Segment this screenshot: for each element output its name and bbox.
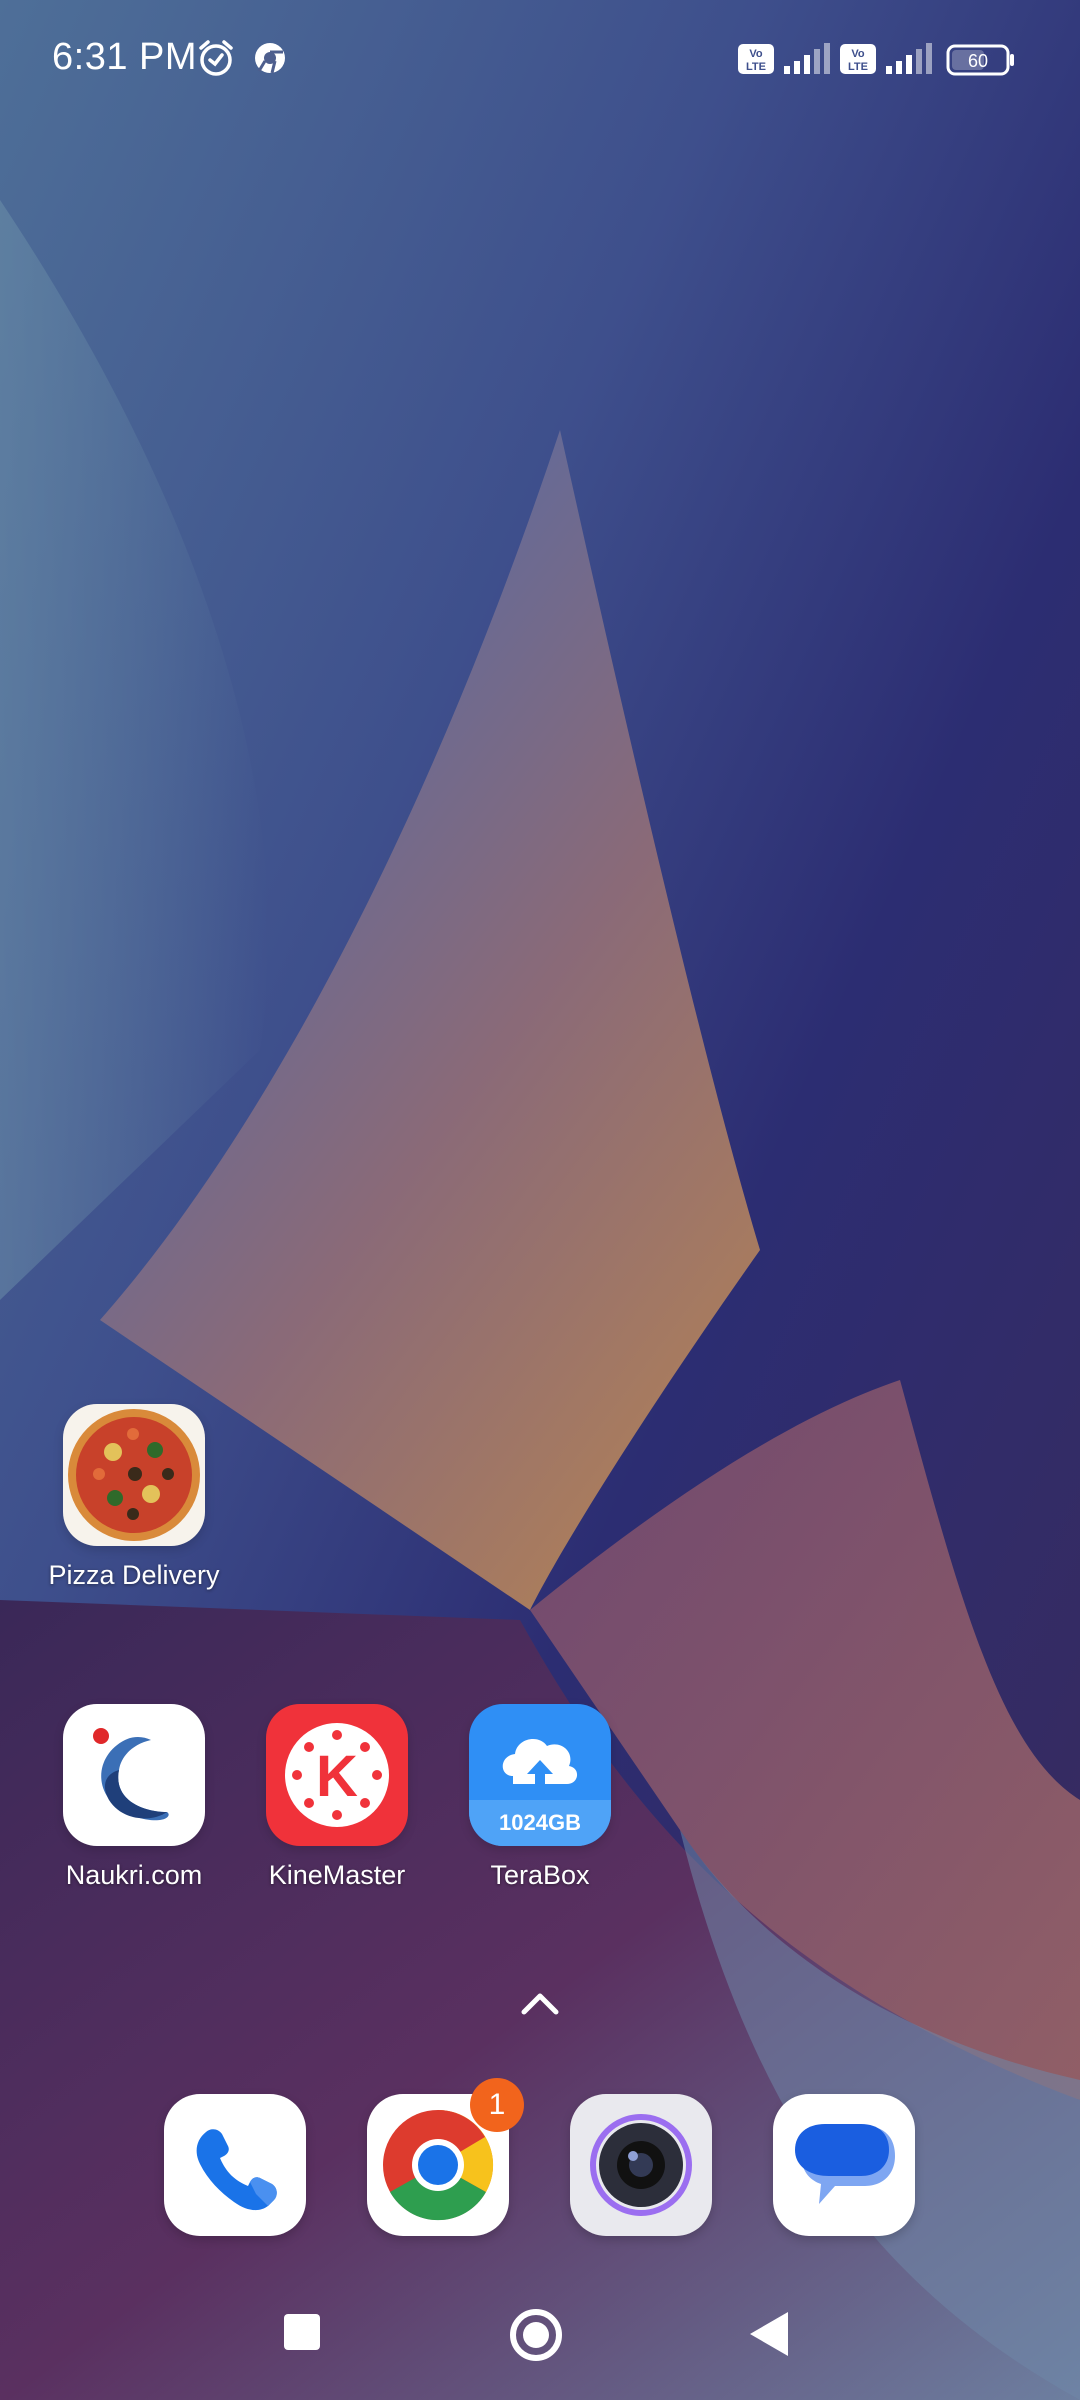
dock-camera[interactable] — [570, 2094, 712, 2236]
signal-icon-sim1 — [782, 42, 832, 82]
clock: 6:31 PM — [52, 36, 198, 78]
volte-icon-sim1: Vo LTE — [738, 42, 774, 82]
volte-icon-sim2: Vo LTE — [840, 42, 876, 82]
terabox-storage-text: 1024GB — [499, 1810, 581, 1835]
battery-level: 60 — [968, 51, 988, 71]
pizza-icon — [63, 1404, 205, 1546]
alarm-icon — [196, 38, 236, 83]
svg-text:K: K — [316, 1744, 358, 1809]
dock-messages[interactable] — [773, 2094, 915, 2236]
back-button[interactable] — [748, 2310, 790, 2363]
app-label: TeraBox — [490, 1860, 590, 1890]
app-label: Naukri.com — [65, 1860, 203, 1890]
svg-text:LTE: LTE — [746, 61, 766, 73]
battery-icon: 60 — [946, 44, 1016, 84]
chrome-notification-badge: 1 — [470, 2078, 524, 2132]
app-pizza-delivery[interactable]: Pizza Delivery — [34, 1404, 234, 1591]
kinemaster-icon: K — [266, 1704, 408, 1846]
signal-icon-sim2 — [884, 42, 934, 82]
app-kinemaster[interactable]: K KineMaster — [237, 1704, 437, 1891]
messages-icon — [795, 2124, 895, 2204]
app-naukri[interactable]: Naukri.com — [34, 1704, 234, 1891]
wallpaper — [0, 0, 1080, 2400]
app-drawer-chevron-up-icon[interactable] — [510, 1984, 570, 2024]
svg-text:Vo: Vo — [749, 48, 763, 60]
camera-icon — [590, 2114, 692, 2216]
app-terabox[interactable]: 1024GB TeraBox — [440, 1704, 640, 1891]
app-label: Pizza Delivery — [48, 1560, 220, 1590]
status-bar: 6:31 PM Vo LTE Vo LTE 60 — [0, 0, 1080, 120]
dock-phone[interactable] — [164, 2094, 306, 2236]
app-label: KineMaster — [268, 1860, 406, 1890]
svg-text:Vo: Vo — [851, 48, 865, 60]
phone-icon — [196, 2129, 277, 2211]
home-button[interactable] — [508, 2307, 564, 2368]
chrome-notification-icon — [250, 38, 290, 83]
terabox-icon: 1024GB — [469, 1704, 611, 1846]
naukri-icon — [63, 1704, 205, 1846]
recents-button[interactable] — [282, 2312, 322, 2357]
svg-text:LTE: LTE — [848, 61, 868, 73]
